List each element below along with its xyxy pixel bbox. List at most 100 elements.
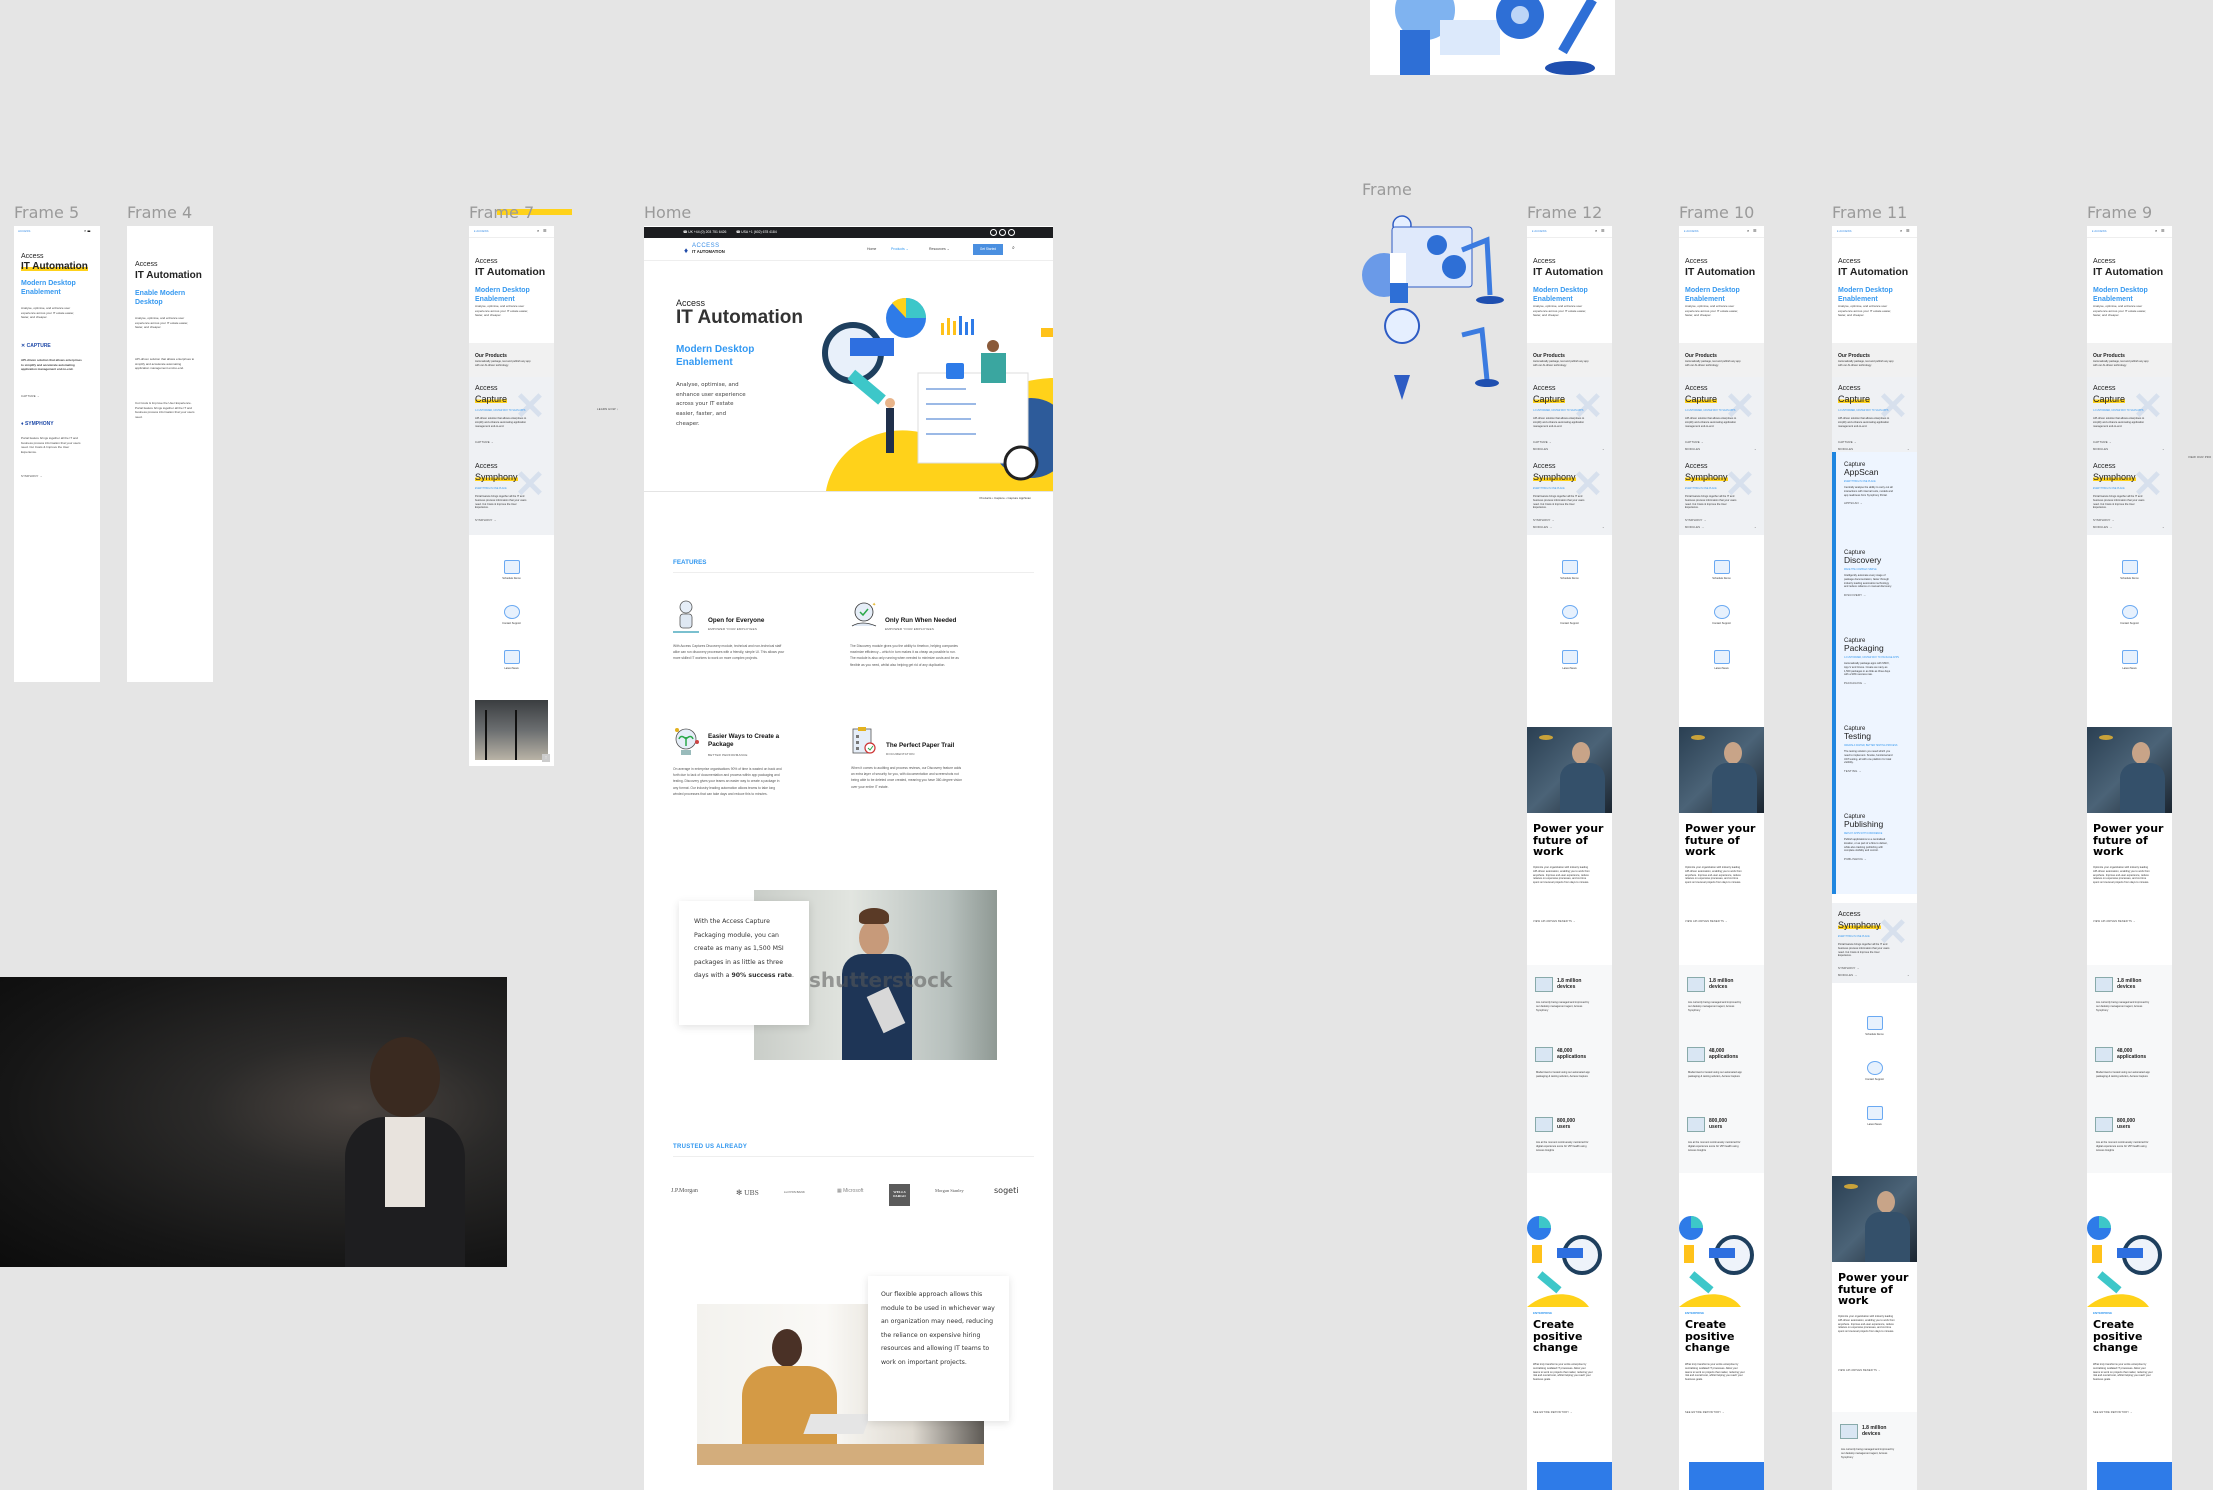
chevron-down-icon[interactable]: ⌄ <box>1907 447 1910 451</box>
module-item[interactable]: Capture Publishing DEPLOY APPS WITH CONF… <box>1844 814 1914 861</box>
action-0[interactable]: Schedule Demo <box>1527 560 1612 581</box>
woman-phone-photo[interactable] <box>1679 727 1764 813</box>
nav-products[interactable]: Products ⌄ <box>891 247 909 251</box>
power-link[interactable]: VIEW API-DRIVEN BENEFITS → <box>1685 920 1728 923</box>
chevron-down-icon[interactable]: ⌄ <box>2162 525 2165 529</box>
product-link[interactable]: SYMPHONY → <box>2093 518 2115 522</box>
modules-toggle[interactable]: MODULES <box>1838 447 1853 451</box>
woman-phone-photo[interactable] <box>1832 1176 1917 1262</box>
hamburger-menu-icon[interactable]: ☰ <box>1753 228 1757 233</box>
product-link[interactable]: CAPTURE → <box>1685 440 1704 444</box>
module-item[interactable]: Capture Discovery MAKE THE COMPLEX SIMPL… <box>1844 550 1914 597</box>
product-link[interactable]: CAPTURE → <box>2093 440 2112 444</box>
linkedin-icon[interactable] <box>990 229 997 236</box>
frame-label-frame[interactable]: Frame <box>1362 180 1412 199</box>
product-link[interactable]: SYMPHONY → <box>1838 966 1860 970</box>
chevron-down-icon[interactable]: ⌄ <box>1754 525 1757 529</box>
frame-label-frame11[interactable]: Frame 11 <box>1832 203 1907 222</box>
home-page[interactable]: ☎ UK +44 (0) 203 751 6426 ☎ USA +1 (602)… <box>644 226 1053 1490</box>
action-2[interactable]: Latest News <box>2087 650 2172 671</box>
hamburger-menu-icon[interactable]: ☰ <box>1601 228 1605 233</box>
frame-4[interactable]: Access IT Automation Enable Modern Deskt… <box>127 226 213 682</box>
search-icon[interactable]: ⌕ <box>1012 245 1015 251</box>
frame-12[interactable]: ♦ ACCESS ⌕ ☰ Access IT Automation Modern… <box>1527 226 1612 1490</box>
automation-illustration[interactable] <box>1362 205 1507 425</box>
woman-phone-photo[interactable] <box>2087 727 2172 813</box>
search-icon[interactable]: ⌕ <box>1900 228 1902 233</box>
chevron-down-icon[interactable]: ⌄ <box>1602 447 1605 451</box>
action-1[interactable]: Contact Support <box>1679 605 1764 626</box>
action-1[interactable]: Contact Support <box>469 605 554 626</box>
frame-label-home[interactable]: Home <box>644 203 691 222</box>
modules-toggle[interactable]: MODULES → <box>1685 525 1704 529</box>
product-link[interactable]: SYMPHONY → <box>475 518 497 522</box>
logo[interactable]: ACCESS <box>18 229 30 233</box>
site-logo[interactable]: ♦ ACCESS <box>2092 229 2107 233</box>
modules-toggle[interactable]: MODULES → <box>2093 525 2112 529</box>
chevron-down-icon[interactable]: ⌄ <box>2162 447 2165 451</box>
enterprise-link[interactable]: SEE ENTIRE REPOSITORY → <box>2093 1411 2133 1414</box>
action-2[interactable]: Latest News <box>469 650 554 671</box>
chevron-down-icon[interactable]: ⌄ <box>1754 447 1757 451</box>
product-link[interactable]: CAPTURE → <box>1838 440 1857 444</box>
frame-label-frame4[interactable]: Frame 4 <box>127 203 192 222</box>
symphony-link[interactable]: SYMPHONY → <box>21 474 43 478</box>
product-link[interactable]: CAPTURE → <box>475 440 494 444</box>
search-icon[interactable]: ⌕ <box>537 228 539 233</box>
modules-toggle[interactable]: MODULES → <box>1533 525 1552 529</box>
modules-toggle[interactable]: MODULES <box>2093 447 2108 451</box>
frame-label-frame10[interactable]: Frame 10 <box>1679 203 1754 222</box>
get-started-button[interactable]: Get Started <box>973 244 1003 255</box>
capture-link[interactable]: CAPTURE → <box>21 394 40 398</box>
nav-resources[interactable]: Resources ⌄ <box>929 247 950 251</box>
phone-uk[interactable]: ☎ UK +44 (0) 203 751 6426 <box>683 230 726 234</box>
frame-10[interactable]: ♦ ACCESS ⌕ ☰ Access IT Automation Modern… <box>1679 226 1764 1490</box>
hamburger-menu-icon[interactable]: ☰ <box>543 228 547 233</box>
action-0[interactable]: Schedule Demo <box>1832 1016 1917 1037</box>
modules-toggle[interactable]: MODULES → <box>1838 973 1857 977</box>
nav-home[interactable]: Home <box>867 247 876 251</box>
chevron-down-icon[interactable]: ⌄ <box>1602 525 1605 529</box>
frame-5[interactable]: ACCESS ⌕ ☰ Access IT Automation Modern D… <box>14 226 100 682</box>
chevron-down-icon[interactable]: ⌄ <box>1907 973 1910 977</box>
frame-11[interactable]: ♦ ACCESS ⌕ ☰ Access IT Automation Modern… <box>1832 226 1917 1490</box>
frame-label-frame12[interactable]: Frame 12 <box>1527 203 1602 222</box>
office-photo[interactable] <box>475 700 548 760</box>
action-1[interactable]: Contact Support <box>1527 605 1612 626</box>
menu-icon[interactable]: ⌕ ☰ <box>84 228 90 233</box>
hamburger-menu-icon[interactable]: ☰ <box>2161 228 2165 233</box>
modules-toggle[interactable]: MODULES <box>1685 447 1700 451</box>
action-0[interactable]: Schedule Demo <box>2087 560 2172 581</box>
module-item[interactable]: Capture AppScan EVERYTHING IN ONE PLACE … <box>1844 462 1914 505</box>
search-icon[interactable]: ⌕ <box>1595 228 1597 233</box>
power-link[interactable]: VIEW API-DRIVEN BENEFITS → <box>1533 920 1576 923</box>
action-2[interactable]: Latest News <box>1832 1106 1917 1127</box>
phone-usa[interactable]: ☎ USA +1 (602) 678 4184 <box>736 230 777 234</box>
frame-label-frame9[interactable]: Frame 9 <box>2087 203 2152 222</box>
twitter-icon[interactable] <box>999 229 1006 236</box>
product-link[interactable]: SYMPHONY → <box>1685 518 1707 522</box>
woman-tablet-photo[interactable] <box>0 977 507 1267</box>
product-link[interactable]: CAPTURE → <box>1533 440 1552 444</box>
action-0[interactable]: Schedule Demo <box>1679 560 1764 581</box>
frame-9[interactable]: ♦ ACCESS ⌕ ☰ Access IT Automation Modern… <box>2087 226 2172 1490</box>
action-1[interactable]: Contact Support <box>2087 605 2172 626</box>
action-2[interactable]: Latest News <box>1679 650 1764 671</box>
action-2[interactable]: Latest News <box>1527 650 1612 671</box>
search-icon[interactable]: ⌕ <box>2155 228 2157 233</box>
modules-toggle[interactable]: MODULES <box>1533 447 1548 451</box>
site-logo[interactable]: ♦ ACCESS <box>1684 229 1699 233</box>
module-item[interactable]: Capture Testing CREATE A FASTER, BETTER … <box>1844 726 1914 773</box>
frame-label-frame5[interactable]: Frame 5 <box>14 203 79 222</box>
enterprise-link[interactable]: SEE ENTIRE REPOSITORY → <box>1533 1411 1573 1414</box>
automation-illustration-top[interactable] <box>1370 0 1615 75</box>
scroll-top-button[interactable]: ↑ <box>542 754 550 762</box>
hamburger-menu-icon[interactable]: ☰ <box>1906 228 1910 233</box>
power-link[interactable]: VIEW API-DRIVEN BENEFITS → <box>2093 920 2136 923</box>
action-1[interactable]: Contact Support <box>1832 1061 1917 1082</box>
frame-label-frame7[interactable]: Frame 7 <box>469 203 534 222</box>
site-logo[interactable]: ♦ ACCESS <box>474 229 489 233</box>
site-logo[interactable]: ♦ ACCESS <box>1837 229 1852 233</box>
module-item[interactable]: Capture Packaging A CUSTOMIZED, FASTER W… <box>1844 638 1914 685</box>
enterprise-link[interactable]: SEE ENTIRE REPOSITORY → <box>1685 1411 1725 1414</box>
